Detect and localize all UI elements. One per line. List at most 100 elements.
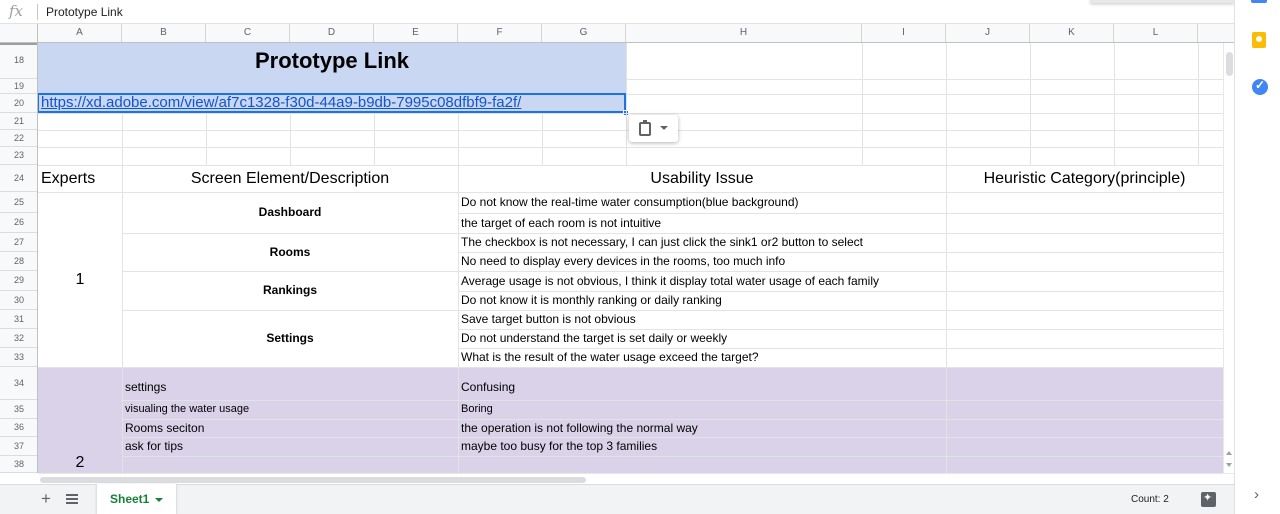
expert2-element-cell[interactable]: visualing the water usage <box>125 400 249 419</box>
chevron-right-icon[interactable]: › <box>1254 486 1259 503</box>
select-all-corner[interactable] <box>0 24 38 42</box>
issue-cell[interactable]: Save target button is not obvious <box>461 310 636 329</box>
row-header-28[interactable]: 28 <box>0 252 37 271</box>
horizontal-scroll-thumb[interactable] <box>40 477 586 483</box>
grid-line <box>122 437 1223 438</box>
section-rankings[interactable]: Rankings <box>122 271 458 310</box>
row-header-20[interactable]: 20 <box>0 94 37 113</box>
scroll-down-icon[interactable] <box>1226 463 1232 467</box>
grid-line <box>458 165 459 473</box>
count-summary[interactable]: Count: 2 <box>1131 494 1169 505</box>
expert2-issue-cell[interactable]: Boring <box>461 400 493 419</box>
header-screen-element[interactable]: Screen Element/Description <box>122 165 458 192</box>
issue-cell[interactable]: Average usage is not obvious, I think it… <box>461 271 879 291</box>
paste-icon <box>639 120 651 136</box>
column-header-i[interactable]: I <box>862 24 946 42</box>
cell-grid[interactable]: Prototype Link https://xd.adobe.com/view… <box>38 43 1223 473</box>
row-header-30[interactable]: 30 <box>0 291 37 310</box>
row-header-34[interactable]: 34 <box>0 367 37 400</box>
side-panel: › <box>1234 0 1280 514</box>
toolbar-edge <box>1090 0 1234 3</box>
vertical-scroll-thumb[interactable] <box>1226 52 1233 76</box>
grid-line <box>122 456 1223 457</box>
row-header-35[interactable]: 35 <box>0 400 37 419</box>
grid-line <box>38 165 1223 166</box>
row-header-33[interactable]: 33 <box>0 348 37 367</box>
explore-icon[interactable] <box>1201 491 1216 507</box>
header-usability-issue[interactable]: Usability Issue <box>458 165 946 192</box>
row-header-27[interactable]: 27 <box>0 233 37 252</box>
expert-2-cell[interactable]: 2 <box>38 452 122 473</box>
row-header-24[interactable]: 24 <box>0 165 37 192</box>
column-header-b[interactable]: B <box>122 24 206 42</box>
grid-line <box>458 291 1223 292</box>
expert2-element-cell[interactable]: settings <box>125 367 166 400</box>
grid-line <box>458 213 1223 214</box>
sheet-tab[interactable]: Sheet1 <box>97 484 176 514</box>
add-sheet-icon[interactable]: + <box>39 489 53 509</box>
prototype-link[interactable]: https://xd.adobe.com/view/af7c1328-f30d-… <box>41 94 626 112</box>
chevron-down-icon[interactable] <box>155 498 163 502</box>
grid-line <box>38 367 1223 368</box>
row-header-19[interactable]: 19 <box>0 79 37 94</box>
grid-line <box>38 147 1223 148</box>
grid-line <box>374 113 375 165</box>
row-header-18[interactable]: 18 <box>0 43 37 79</box>
section-dashboard[interactable]: Dashboard <box>122 192 458 233</box>
row-header-38[interactable]: 38 <box>0 456 37 473</box>
section-settings[interactable]: Settings <box>122 310 458 367</box>
column-header-g[interactable]: G <box>542 24 626 42</box>
expert-1-cell[interactable]: 1 <box>38 192 122 367</box>
formula-input[interactable]: Prototype Link <box>46 5 123 19</box>
tasks-icon[interactable] <box>1252 78 1268 95</box>
header-heuristic-category[interactable]: Heuristic Category(principle) <box>946 165 1223 192</box>
paste-options-button[interactable] <box>629 115 678 142</box>
column-header-c[interactable]: C <box>206 24 290 42</box>
issue-cell[interactable]: the target of each room is not intuitive <box>461 213 661 233</box>
expert2-element-cell[interactable]: ask for tips <box>125 437 183 456</box>
column-header-e[interactable]: E <box>374 24 458 42</box>
keep-icon[interactable] <box>1252 32 1266 48</box>
row-header-37[interactable]: 37 <box>0 437 37 456</box>
column-header-d[interactable]: D <box>290 24 374 42</box>
row-header-29[interactable]: 29 <box>0 271 37 291</box>
formula-bar[interactable]: fx Prototype Link <box>0 0 1234 24</box>
row-header-22[interactable]: 22 <box>0 130 37 147</box>
column-header-f[interactable]: F <box>458 24 542 42</box>
issue-cell[interactable]: The checkbox is not necessary, I can jus… <box>461 233 863 252</box>
issue-cell[interactable]: Do not know it is monthly ranking or dai… <box>461 291 722 310</box>
scroll-up-icon[interactable] <box>1226 451 1232 455</box>
row-header-21[interactable]: 21 <box>0 113 37 130</box>
header-experts[interactable]: Experts <box>41 165 122 192</box>
issue-cell[interactable]: No need to display every devices in the … <box>461 252 785 271</box>
column-header-j[interactable]: J <box>946 24 1030 42</box>
title-cell[interactable]: Prototype Link <box>38 43 626 79</box>
column-header-l[interactable]: L <box>1114 24 1198 42</box>
row-header-31[interactable]: 31 <box>0 310 37 329</box>
column-header-k[interactable]: K <box>1030 24 1114 42</box>
row-header-23[interactable]: 23 <box>0 147 37 165</box>
column-header-h[interactable]: H <box>626 24 862 42</box>
column-headers: ABCDEFGHIJKL <box>0 24 1234 43</box>
grid-line <box>458 271 1223 272</box>
issue-cell[interactable]: Do not know the real-time water consumpt… <box>461 192 799 213</box>
row-header-25[interactable]: 25 <box>0 192 37 213</box>
expert2-issue-cell[interactable]: maybe too busy for the top 3 families <box>461 437 657 456</box>
vertical-scrollbar[interactable] <box>1223 43 1234 473</box>
expert2-element-cell[interactable]: Rooms seciton <box>125 419 204 437</box>
row-header-26[interactable]: 26 <box>0 213 37 233</box>
all-sheets-icon[interactable] <box>66 494 78 504</box>
section-rooms[interactable]: Rooms <box>122 233 458 271</box>
horizontal-scrollbar[interactable] <box>38 473 1234 484</box>
issue-cell[interactable]: What is the result of the water usage ex… <box>461 348 759 367</box>
grid-line <box>458 329 1223 330</box>
row-header-32[interactable]: 32 <box>0 329 37 348</box>
grid-line <box>122 271 458 272</box>
issue-cell[interactable]: Do not understand the target is set dail… <box>461 329 727 348</box>
row-header-36[interactable]: 36 <box>0 419 37 437</box>
expert2-issue-cell[interactable]: the operation is not following the norma… <box>461 419 698 437</box>
column-header-a[interactable]: A <box>38 24 122 42</box>
grid-line <box>626 94 1223 95</box>
grid-line <box>458 348 1223 349</box>
expert2-issue-cell[interactable]: Confusing <box>461 367 515 400</box>
